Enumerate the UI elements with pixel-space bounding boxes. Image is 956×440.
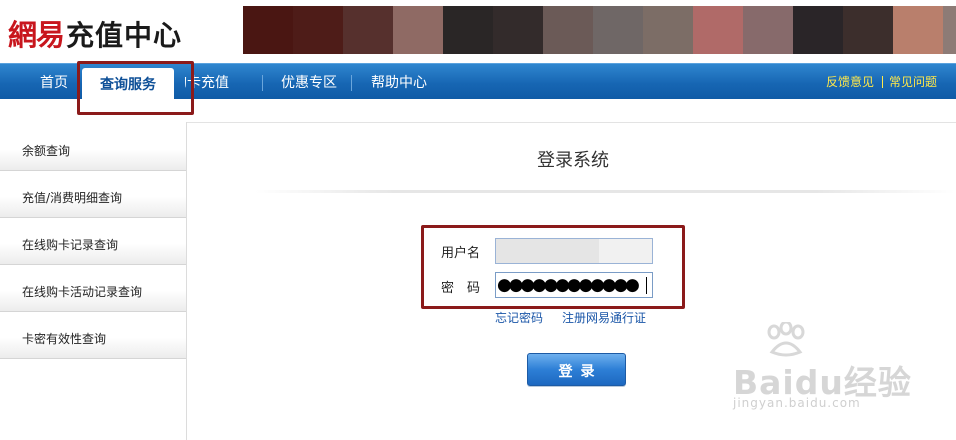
banner-tile (643, 6, 693, 54)
nav-help[interactable]: 帮助中心 (371, 64, 427, 100)
banner-tile (893, 6, 943, 54)
nav-promotions[interactable]: 优惠专区 (281, 64, 337, 100)
logo-brand: 網易 (8, 18, 65, 52)
highlight-box-login (421, 225, 685, 309)
login-button-label: 登录 (558, 364, 603, 380)
banner-tile (593, 6, 643, 54)
faq-link[interactable]: 常见问题 (889, 64, 937, 100)
banner-tile (493, 6, 543, 54)
banner-tile (393, 6, 443, 54)
banner-tile (743, 6, 793, 54)
sidebar-item-label: 在线购卡活动记录查询 (22, 285, 143, 299)
login-button[interactable]: 登录 (527, 353, 626, 386)
sidebar-item-card-validity[interactable]: 卡密有效性查询 (0, 312, 186, 359)
logo[interactable]: 網易充值中心 (8, 12, 182, 52)
banner-tile (343, 6, 393, 54)
sidebar-item-label: 充值/消费明细查询 (22, 191, 123, 205)
nav-divider (351, 75, 352, 91)
banner-tile (443, 6, 493, 54)
sidebar-item-label: 余额查询 (22, 144, 71, 158)
sidebar-item-label: 在线购卡记录查询 (22, 238, 119, 252)
banner-tile (943, 6, 956, 54)
register-link[interactable]: 注册网易通行证 (562, 309, 646, 326)
paw-icon (767, 322, 805, 357)
banner-tile (243, 6, 293, 54)
watermark-url: jingyan.baidu.com (733, 396, 861, 410)
sidebar: 余额查询 充值/消费明细查询 在线购卡记录查询 在线购卡活动记录查询 卡密有效性… (0, 122, 187, 440)
banner-tile (693, 6, 743, 54)
sidebar-item-activity-records[interactable]: 在线购卡活动记录查询 (0, 265, 186, 312)
feedback-link[interactable]: 反馈意见 (826, 64, 874, 100)
sidebar-item-card-records[interactable]: 在线购卡记录查询 (0, 218, 186, 265)
banner-tile (843, 6, 893, 54)
login-title: 登录系统 (537, 150, 609, 171)
nav-buy-card[interactable]: 购卡充值 (185, 64, 249, 100)
forgot-password-link[interactable]: 忘记密码 (495, 309, 543, 326)
banner-tile (293, 6, 343, 54)
banner-tile (543, 6, 593, 54)
title-divider (255, 190, 955, 193)
sidebar-item-label: 卡密有效性查询 (22, 332, 107, 346)
link-divider (882, 76, 883, 88)
header-banner (243, 6, 956, 54)
highlight-box-nav (77, 61, 194, 115)
logo-title: 充值中心 (66, 19, 183, 52)
nav-divider (262, 75, 263, 91)
sidebar-item-recharge-details[interactable]: 充值/消费明细查询 (0, 171, 186, 218)
sidebar-item-balance[interactable]: 余额查询 (0, 124, 186, 171)
nav-home[interactable]: 首页 (40, 64, 68, 100)
baidu-watermark: Baidu经验 jingyan.baidu.com (733, 356, 912, 410)
banner-tile (793, 6, 843, 54)
content-top-border (187, 122, 956, 123)
